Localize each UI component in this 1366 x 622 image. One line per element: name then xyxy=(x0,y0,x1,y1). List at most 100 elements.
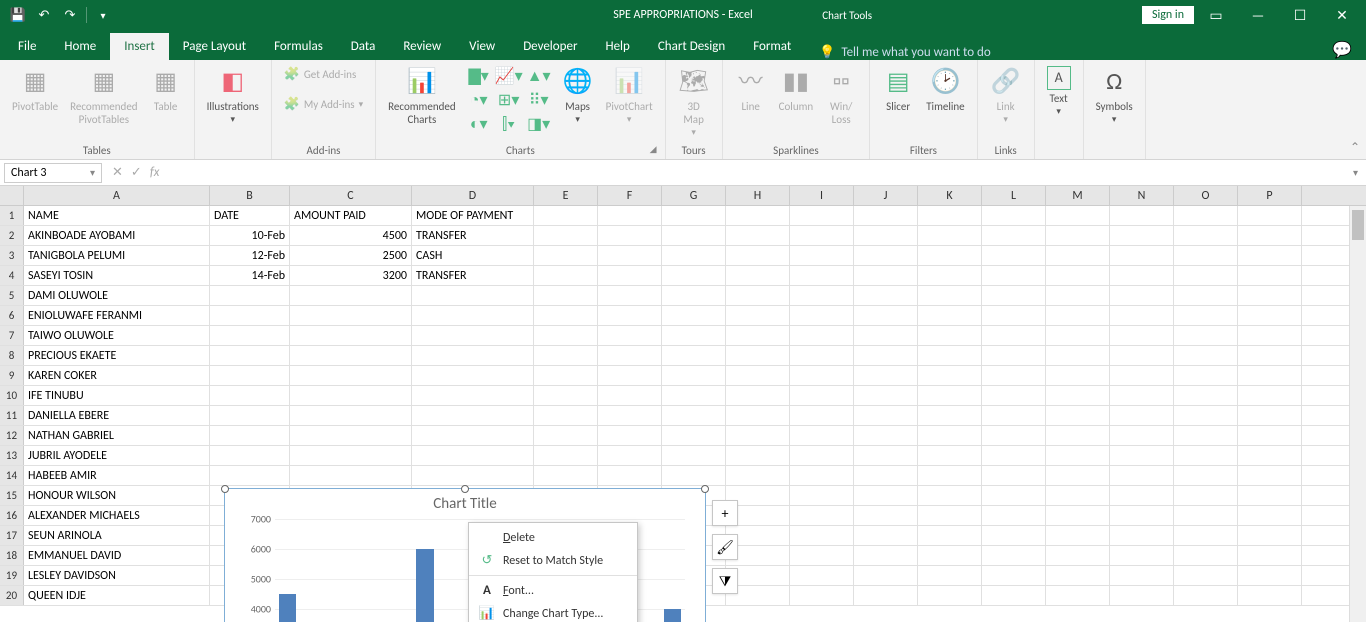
cell[interactable] xyxy=(210,386,290,405)
cell[interactable]: TRANSFER xyxy=(412,226,534,245)
cell[interactable] xyxy=(534,426,598,445)
cell[interactable] xyxy=(1046,306,1110,325)
row-header[interactable]: 14 xyxy=(0,466,24,485)
link-button[interactable]: 🔗Link▾ xyxy=(986,64,1026,128)
hierarchy-chart-icon[interactable]: ◔▾ xyxy=(465,89,493,111)
cell[interactable] xyxy=(598,386,662,405)
tab-help[interactable]: Help xyxy=(591,33,643,60)
cell[interactable] xyxy=(790,246,854,265)
cell[interactable] xyxy=(1174,266,1238,285)
cell[interactable] xyxy=(1046,286,1110,305)
cell[interactable] xyxy=(790,546,854,565)
cell[interactable] xyxy=(854,386,918,405)
cell[interactable] xyxy=(662,286,726,305)
close-icon[interactable]: ✕ xyxy=(1322,0,1362,30)
column-headers[interactable]: ABCDEFGHIJKLMNOP xyxy=(24,186,1366,206)
cell[interactable] xyxy=(534,346,598,365)
cell[interactable] xyxy=(210,446,290,465)
cell[interactable] xyxy=(1174,406,1238,425)
cell[interactable] xyxy=(854,546,918,565)
cell[interactable] xyxy=(982,386,1046,405)
col-header[interactable]: C xyxy=(290,186,412,205)
cell[interactable]: TAIWO OLUWOLE xyxy=(24,326,210,345)
cell[interactable] xyxy=(1046,486,1110,505)
cell[interactable]: SASEYI TOSIN xyxy=(24,266,210,285)
cell[interactable] xyxy=(534,386,598,405)
cell[interactable] xyxy=(726,266,790,285)
cell[interactable] xyxy=(1110,366,1174,385)
cell[interactable] xyxy=(982,326,1046,345)
tab-format[interactable]: Format xyxy=(739,33,805,60)
cell[interactable] xyxy=(1110,226,1174,245)
row-header[interactable]: 19 xyxy=(0,566,24,585)
cell[interactable] xyxy=(982,526,1046,545)
formula-expand-icon[interactable]: ▾ xyxy=(1345,166,1366,179)
sparkline-line-button[interactable]: 〰Line xyxy=(731,64,771,115)
table-row[interactable]: 13JUBRIL AYODELE xyxy=(0,446,1366,466)
recommended-charts-button[interactable]: 📊Recommended Charts xyxy=(384,64,459,128)
cell[interactable] xyxy=(918,206,982,225)
cell[interactable] xyxy=(1046,566,1110,585)
cell[interactable]: JUBRIL AYODELE xyxy=(24,446,210,465)
cell[interactable] xyxy=(412,446,534,465)
cell[interactable] xyxy=(1110,526,1174,545)
col-header[interactable]: K xyxy=(918,186,982,205)
cell[interactable] xyxy=(534,266,598,285)
cell[interactable] xyxy=(662,426,726,445)
cell[interactable]: NAME xyxy=(24,206,210,225)
cell[interactable] xyxy=(854,506,918,525)
cell[interactable] xyxy=(1110,286,1174,305)
row-header[interactable]: 13 xyxy=(0,446,24,465)
cell[interactable] xyxy=(1174,546,1238,565)
cell[interactable] xyxy=(1238,246,1302,265)
cell[interactable]: 14-Feb xyxy=(210,266,290,285)
cell[interactable] xyxy=(662,206,726,225)
cell[interactable] xyxy=(598,406,662,425)
cell[interactable] xyxy=(412,326,534,345)
cell[interactable] xyxy=(726,386,790,405)
cell[interactable]: 3200 xyxy=(290,266,412,285)
table-row[interactable]: 6ENIOLUWAFE FERANMI xyxy=(0,306,1366,326)
cell[interactable] xyxy=(726,466,790,485)
col-header[interactable]: L xyxy=(982,186,1046,205)
cell[interactable] xyxy=(290,426,412,445)
cell[interactable] xyxy=(1238,506,1302,525)
cell[interactable]: 10-Feb xyxy=(210,226,290,245)
cell[interactable] xyxy=(918,526,982,545)
cell[interactable] xyxy=(854,486,918,505)
row-header[interactable]: 12 xyxy=(0,426,24,445)
cell[interactable] xyxy=(534,446,598,465)
cell[interactable]: 12-Feb xyxy=(210,246,290,265)
cell[interactable] xyxy=(918,366,982,385)
cell[interactable] xyxy=(1110,306,1174,325)
cell[interactable] xyxy=(1046,326,1110,345)
row-header[interactable]: 1 xyxy=(0,206,24,225)
cell[interactable] xyxy=(726,366,790,385)
cell[interactable] xyxy=(210,466,290,485)
cell[interactable] xyxy=(1046,386,1110,405)
cell[interactable] xyxy=(1238,206,1302,225)
cell[interactable]: DAMI OLUWOLE xyxy=(24,286,210,305)
cell[interactable] xyxy=(598,306,662,325)
cell[interactable] xyxy=(918,306,982,325)
name-box-dropdown-icon[interactable]: ▾ xyxy=(90,166,95,179)
cell[interactable] xyxy=(1174,226,1238,245)
cell[interactable] xyxy=(1046,406,1110,425)
cell[interactable] xyxy=(790,486,854,505)
cell[interactable] xyxy=(982,486,1046,505)
cell[interactable] xyxy=(918,426,982,445)
pivotchart-button[interactable]: 📊PivotChart▾ xyxy=(602,64,657,128)
surface-chart-icon[interactable]: ◨▾ xyxy=(525,113,553,135)
cell[interactable] xyxy=(662,346,726,365)
cell[interactable] xyxy=(1238,346,1302,365)
cell[interactable] xyxy=(1174,366,1238,385)
bar-chart-icon[interactable]: ▇▾ xyxy=(465,65,493,87)
cell[interactable] xyxy=(1174,526,1238,545)
col-header[interactable]: E xyxy=(534,186,598,205)
redo-icon[interactable]: ↷ xyxy=(58,3,82,27)
cell[interactable] xyxy=(790,306,854,325)
cell[interactable] xyxy=(534,306,598,325)
cell[interactable]: IFE TINUBU xyxy=(24,386,210,405)
cell[interactable] xyxy=(790,206,854,225)
cell[interactable] xyxy=(982,506,1046,525)
